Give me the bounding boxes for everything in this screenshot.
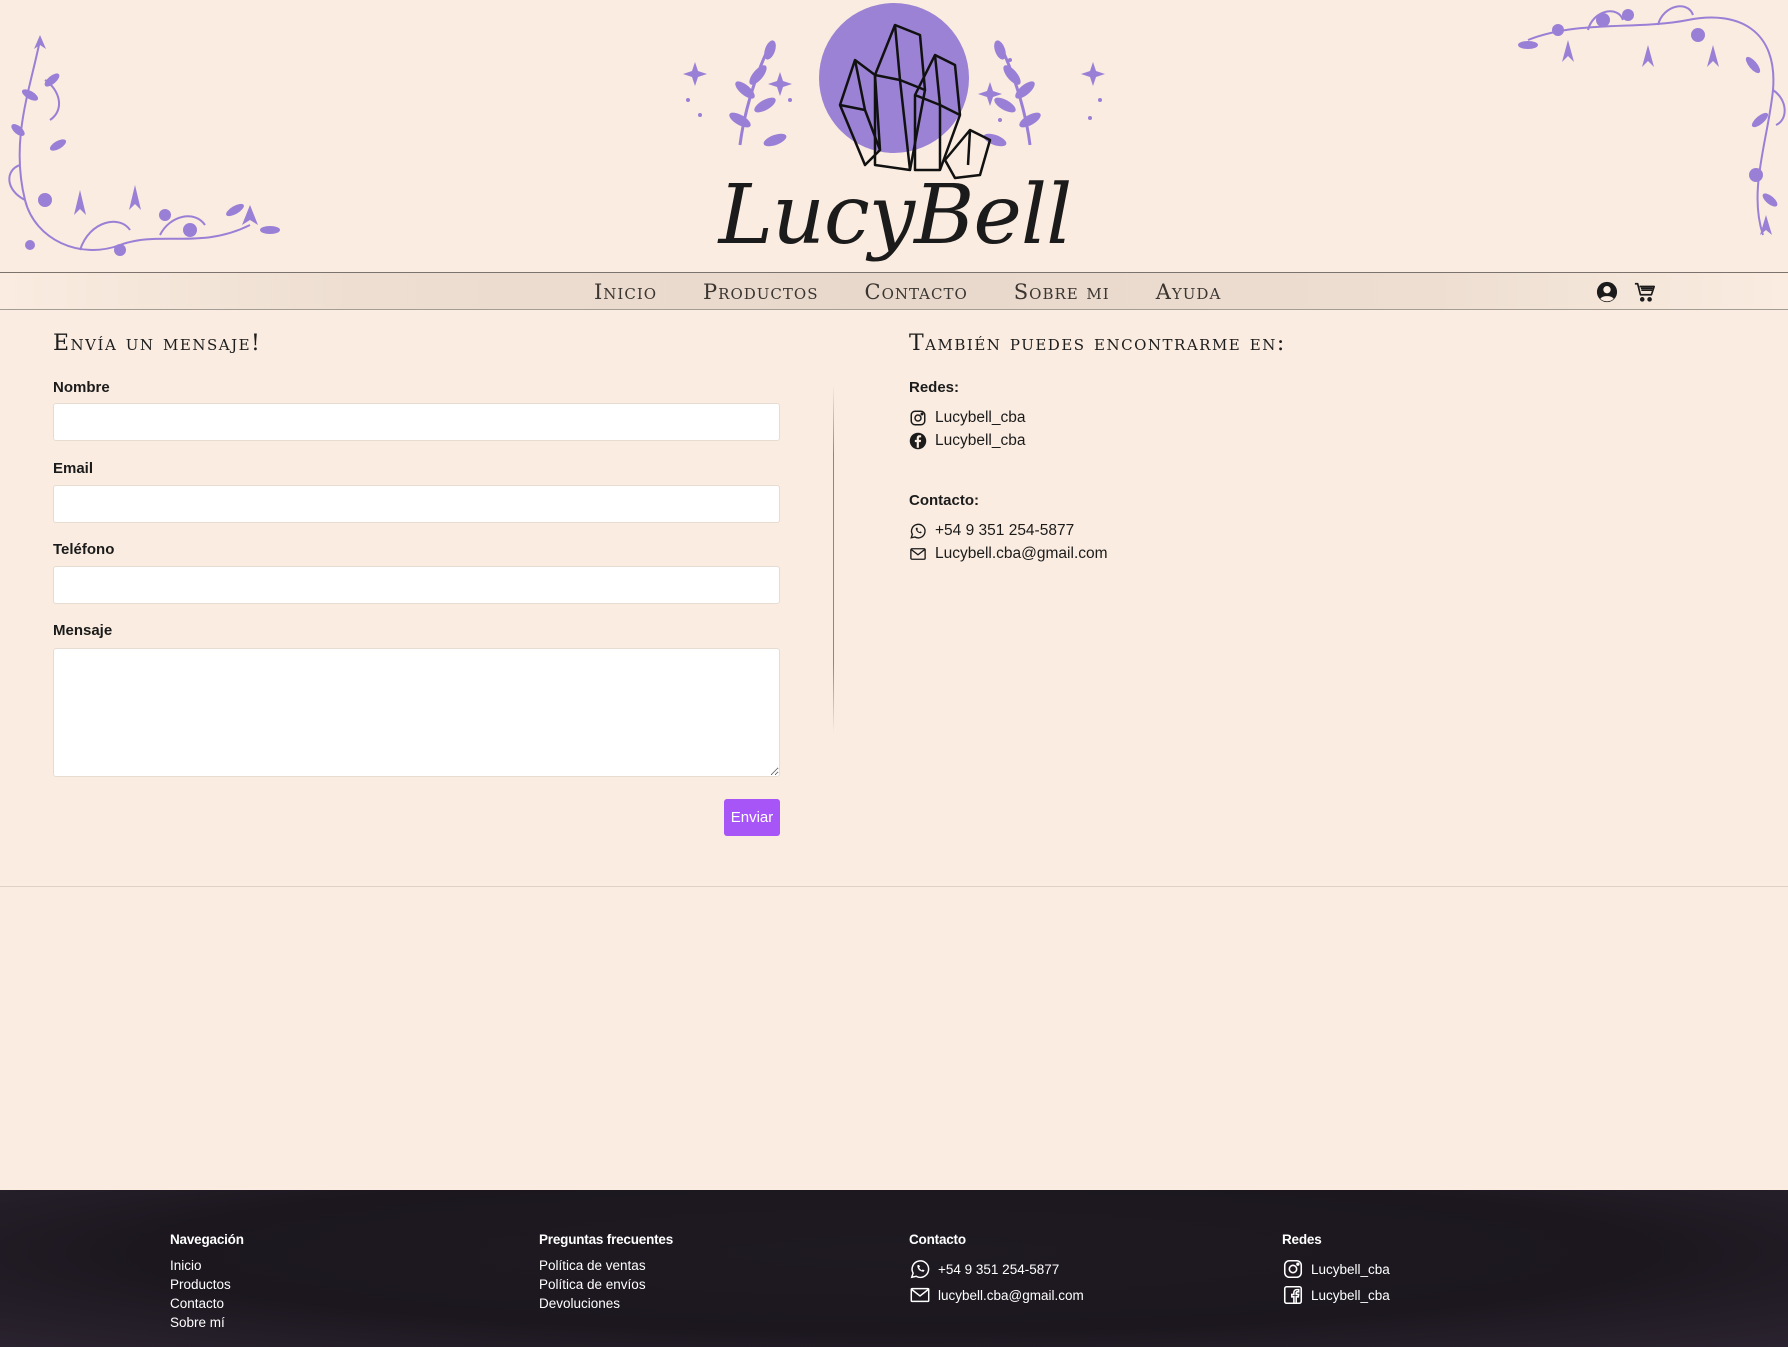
- contact-label: Contacto:: [909, 492, 979, 509]
- footer-faq-title: Preguntas frecuentes: [539, 1232, 674, 1247]
- email-link[interactable]: Lucybell.cba@gmail.com: [909, 544, 1108, 564]
- facebook-icon: [1283, 1285, 1303, 1305]
- nav-icons: [1596, 281, 1658, 305]
- name-label: Nombre: [53, 379, 110, 396]
- phone-number: +54 9 351 254-5877: [935, 522, 1075, 539]
- whatsapp-icon: [910, 523, 926, 539]
- message-label: Mensaje: [53, 622, 113, 639]
- brand-name: LucyBell: [718, 168, 1073, 263]
- envelope-icon: [910, 548, 926, 560]
- site-footer: Navegación Inicio Productos Contacto Sob…: [0, 1190, 1788, 1347]
- footer-link-contacto[interactable]: Contacto: [170, 1296, 224, 1311]
- footer-link-politica-ventas[interactable]: Política de ventas: [539, 1258, 646, 1273]
- footer-link-productos[interactable]: Productos: [170, 1277, 231, 1292]
- main-nav: Inicio Productos Contacto Sobre mi Ayuda: [0, 272, 1788, 310]
- email-label: Email: [53, 460, 94, 477]
- social-label: Redes:: [909, 379, 960, 396]
- facebook-icon: [909, 432, 927, 450]
- floral-corner-left-decoration: [8, 35, 280, 256]
- send-button[interactable]: Enviar: [724, 799, 780, 836]
- footer-email-link[interactable]: lucybell.cba@gmail.com: [909, 1284, 1084, 1306]
- footer-social-title: Redes: [1282, 1232, 1322, 1247]
- footer-instagram-handle: Lucybell_cba: [1311, 1261, 1390, 1277]
- floral-corner-right-decoration: [1518, 5, 1786, 236]
- column-divider: [833, 385, 834, 733]
- nav-links: Inicio Productos Contacto Sobre mi Ayuda: [594, 273, 1267, 311]
- footer-email: lucybell.cba@gmail.com: [938, 1287, 1084, 1303]
- message-textarea[interactable]: [53, 648, 780, 777]
- whatsapp-icon: [910, 1260, 930, 1279]
- facebook-link[interactable]: Lucybell_cba: [909, 431, 1025, 451]
- instagram-link[interactable]: Lucybell_cba: [909, 408, 1025, 428]
- footer-link-politica-envios[interactable]: Política de envíos: [539, 1277, 646, 1292]
- phone-link[interactable]: +54 9 351 254-5877: [909, 521, 1074, 541]
- nav-item-productos[interactable]: Productos: [703, 280, 818, 304]
- envelope-icon: [910, 1287, 930, 1303]
- email-input[interactable]: [53, 485, 780, 523]
- brand-logo[interactable]: LucyBell: [670, 0, 1120, 272]
- footer-nav-title: Navegación: [170, 1232, 244, 1247]
- footer-link-devoluciones[interactable]: Devoluciones: [539, 1296, 620, 1311]
- site-header: LucyBell: [0, 0, 1788, 272]
- form-title: Envía un mensaje!: [53, 331, 262, 356]
- footer-link-sobre-mi[interactable]: Sobre mí: [170, 1315, 225, 1330]
- instagram-icon: [1283, 1259, 1303, 1279]
- footer-contact-title: Contacto: [909, 1232, 966, 1247]
- nav-item-inicio[interactable]: Inicio: [594, 280, 657, 304]
- shopping-cart-icon[interactable]: [1634, 281, 1658, 305]
- footer-phone: +54 9 351 254-5877: [938, 1261, 1060, 1277]
- info-title: También puedes encontrarme en:: [909, 331, 1286, 356]
- content-divider: [0, 886, 1788, 887]
- user-account-icon[interactable]: [1596, 281, 1620, 305]
- phone-label: Teléfono: [53, 541, 115, 558]
- nav-item-sobre-mi[interactable]: Sobre mi: [1014, 280, 1110, 304]
- facebook-handle: Lucybell_cba: [935, 432, 1026, 449]
- nav-item-contacto[interactable]: Contacto: [865, 280, 968, 304]
- email-address: Lucybell.cba@gmail.com: [935, 545, 1108, 562]
- name-input[interactable]: [53, 403, 780, 441]
- footer-link-inicio[interactable]: Inicio: [170, 1258, 202, 1273]
- instagram-handle: Lucybell_cba: [935, 409, 1026, 426]
- nav-item-ayuda[interactable]: Ayuda: [1156, 280, 1222, 304]
- phone-input[interactable]: [53, 566, 780, 604]
- footer-facebook-handle: Lucybell_cba: [1311, 1287, 1390, 1303]
- footer-phone-link[interactable]: +54 9 351 254-5877: [909, 1258, 1059, 1280]
- instagram-icon: [910, 410, 926, 426]
- footer-instagram-link[interactable]: Lucybell_cba: [1282, 1258, 1390, 1280]
- footer-facebook-link[interactable]: Lucybell_cba: [1282, 1284, 1390, 1306]
